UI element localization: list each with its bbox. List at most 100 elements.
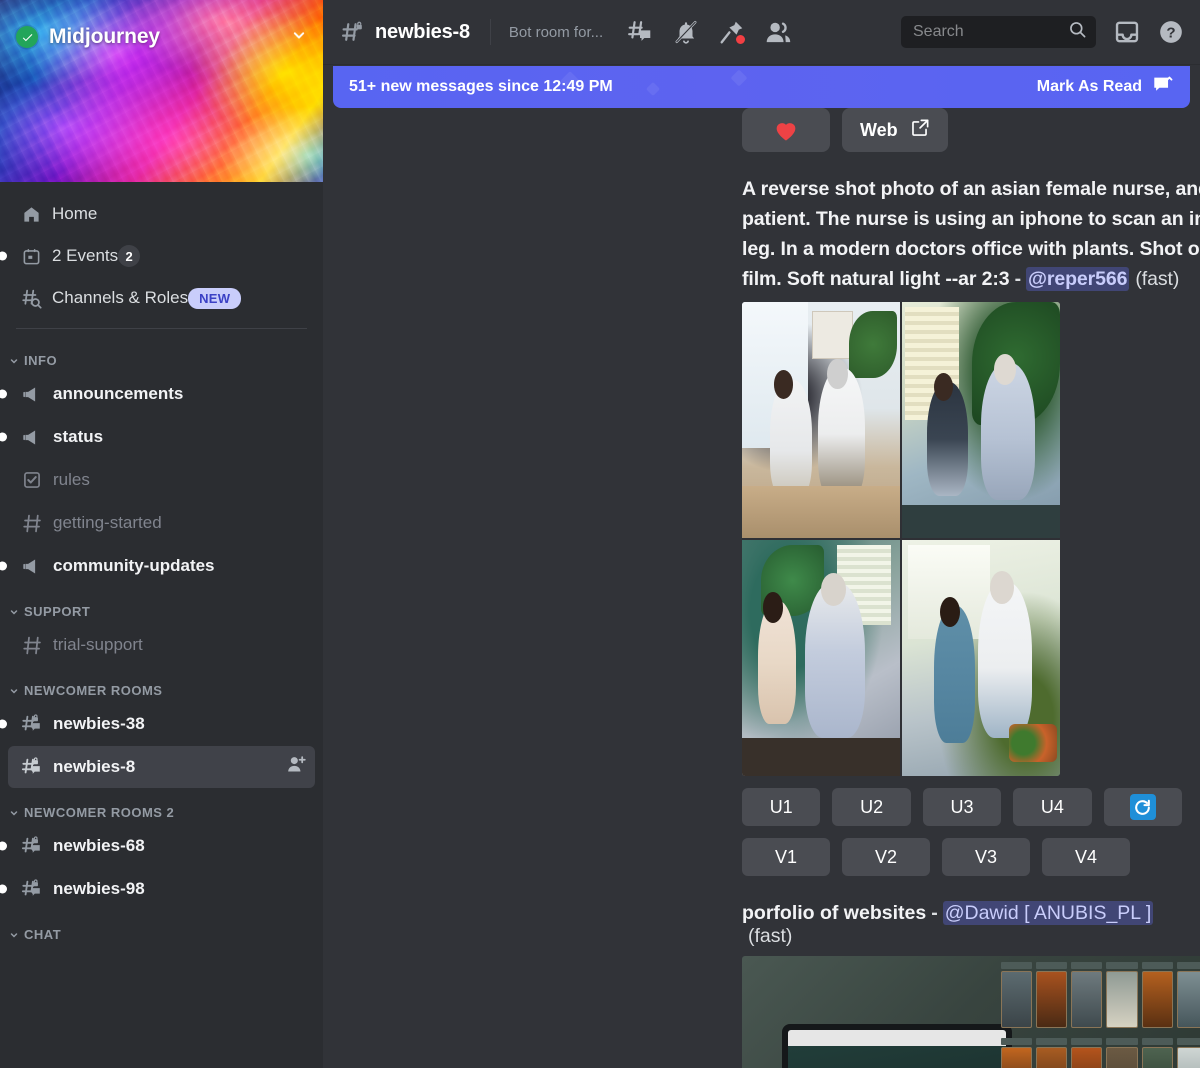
channels-browse-icon <box>18 288 44 309</box>
image-quadrant-3[interactable] <box>742 540 900 776</box>
hash-locked-thread-icon <box>18 878 46 900</box>
upscale-button-u3[interactable]: U3 <box>922 788 1002 826</box>
inbox-icon[interactable] <box>1114 19 1140 45</box>
upscale-button-u4[interactable]: U4 <box>1013 788 1092 826</box>
variation-button-v4[interactable]: V4 <box>1042 838 1130 876</box>
message-action-row: Web <box>742 108 1182 152</box>
upscale-button-u1[interactable]: U1 <box>742 788 821 826</box>
bell-muted-icon[interactable] <box>673 19 699 45</box>
variation-button-v1[interactable]: V1 <box>742 838 830 876</box>
sidebar-item-label: 2 Events <box>52 246 119 265</box>
image-quadrant-4[interactable] <box>902 540 1060 776</box>
sidebar-channel-community-updates[interactable]: community-updates <box>0 545 315 587</box>
category-info[interactable]: INFO <box>0 337 323 372</box>
prompt-separator: - <box>931 902 938 924</box>
header-divider <box>489 19 491 45</box>
heart-reaction-button[interactable] <box>742 108 830 152</box>
sidebar-channel-newbies-98[interactable]: newbies-98 <box>0 868 315 910</box>
hash-locked-thread-icon <box>18 835 46 857</box>
events-count-badge: 2 <box>118 245 141 267</box>
rules-book-icon <box>18 470 46 490</box>
search-input[interactable]: Search <box>901 16 1096 48</box>
red-heart-emoji <box>776 123 796 141</box>
discord-app-window: Midjourney Home 2 Events 2 Channels & Ro… <box>0 0 1200 1068</box>
category-label: NEWCOMER ROOMS 2 <box>24 805 175 820</box>
chevron-down-icon[interactable] <box>289 25 309 50</box>
category-support[interactable]: SUPPORT <box>0 588 323 623</box>
pin-icon[interactable] <box>719 19 747 45</box>
sidebar-item-events[interactable]: 2 Events 2 <box>0 236 315 276</box>
variation-button-row: V1 V2 V3 V4 <box>742 838 1182 876</box>
home-icon <box>18 205 44 224</box>
category-newcomer-rooms-2[interactable]: NEWCOMER ROOMS 2 <box>0 789 323 824</box>
sidebar-channel-trial-support[interactable]: trial-support <box>8 624 315 666</box>
chevron-down-icon <box>10 932 18 938</box>
unread-indicator <box>0 884 7 894</box>
hash-locked-thread-icon <box>18 713 46 735</box>
mark-read-icon <box>1152 74 1174 101</box>
image-quadrant-2[interactable] <box>902 302 1060 538</box>
author-mention[interactable]: @reper566 <box>1025 267 1130 291</box>
header-right-actions: ? <box>1114 19 1184 45</box>
sidebar-item-label: Home <box>52 204 98 223</box>
search-icon <box>1068 20 1087 44</box>
laptop-screen <box>788 1030 1006 1068</box>
sidebar-channel-status[interactable]: status <box>0 416 315 458</box>
card-grid-row-2 <box>1001 1038 1200 1068</box>
upscale-button-u2[interactable]: U2 <box>832 788 911 826</box>
variation-button-v3[interactable]: V3 <box>942 838 1030 876</box>
channel-label: community-updates <box>53 556 215 575</box>
sidebar-channel-newbies-8[interactable]: newbies-8 <box>8 746 315 788</box>
sidebar-nav: Home 2 Events 2 Channels & Roles NEW INF… <box>0 182 323 946</box>
message-item: porfolio of websites - @Dawid [ ANUBIS_PL … <box>323 901 1200 1068</box>
speed-label: (fast) <box>1135 268 1180 290</box>
category-chat[interactable]: CHAT <box>0 911 323 946</box>
sidebar-channel-newbies-68[interactable]: newbies-68 <box>0 825 315 867</box>
channel-label: rules <box>53 470 90 489</box>
speed-label: (fast) <box>748 925 793 947</box>
category-label: NEWCOMER ROOMS <box>24 683 163 698</box>
members-icon[interactable] <box>765 19 792 46</box>
generated-image-grid[interactable] <box>742 302 1060 776</box>
unread-indicator <box>0 251 7 261</box>
sidebar-item-home[interactable]: Home <box>8 194 315 234</box>
web-button[interactable]: Web <box>842 108 948 152</box>
header-toolbar <box>627 19 792 46</box>
card-grid-row-1 <box>1001 962 1200 1028</box>
sidebar-channel-getting-started[interactable]: getting-started <box>8 502 315 544</box>
sidebar-channel-newbies-38[interactable]: newbies-38 <box>0 703 315 745</box>
card-grid-panel <box>997 956 1200 1068</box>
unread-indicator <box>0 561 7 571</box>
sidebar-item-channels-roles[interactable]: Channels & Roles NEW <box>8 278 315 318</box>
main-content: newbies-8 Bot room for... Search ? 51+ n… <box>323 0 1200 1068</box>
channel-title: newbies-8 <box>375 20 470 43</box>
server-header[interactable]: Midjourney <box>0 17 323 57</box>
new-badge: NEW <box>188 287 242 309</box>
sidebar-channel-rules[interactable]: rules <box>8 459 315 501</box>
unread-indicator <box>0 432 7 442</box>
category-newcomer-rooms[interactable]: NEWCOMER ROOMS <box>0 667 323 702</box>
unread-indicator <box>0 389 7 399</box>
author-mention[interactable]: @Dawid [ ANUBIS_PL ] <box>942 901 1154 925</box>
variation-button-v2[interactable]: V2 <box>842 838 930 876</box>
unread-indicator <box>0 841 7 851</box>
search-placeholder: Search <box>913 23 964 40</box>
generated-image-grid[interactable] <box>742 956 1200 1068</box>
sidebar-channel-announcements[interactable]: announcements <box>0 373 315 415</box>
sidebar-divider <box>16 328 307 329</box>
unread-indicator <box>0 719 7 729</box>
add-member-icon[interactable] <box>286 754 307 780</box>
chevron-down-icon <box>10 609 18 615</box>
new-messages-banner[interactable]: 51+ new messages since 12:49 PM Mark As … <box>333 66 1190 108</box>
upscale-button-row: U1 U2 U3 U4 <box>742 788 1183 826</box>
threads-icon[interactable] <box>627 19 653 45</box>
reroll-button[interactable] <box>1103 788 1183 826</box>
server-banner: Midjourney <box>0 0 323 182</box>
channel-description[interactable]: Bot room for... <box>509 24 603 41</box>
channel-label: newbies-38 <box>53 714 145 733</box>
image-quadrant-1[interactable] <box>742 302 900 538</box>
category-label: SUPPORT <box>24 604 91 619</box>
help-circle-icon[interactable]: ? <box>1158 19 1184 45</box>
message-list: Web A reverse shot photo of an asian fem… <box>323 108 1200 1068</box>
mark-as-read-button[interactable]: Mark As Read <box>1037 74 1174 101</box>
